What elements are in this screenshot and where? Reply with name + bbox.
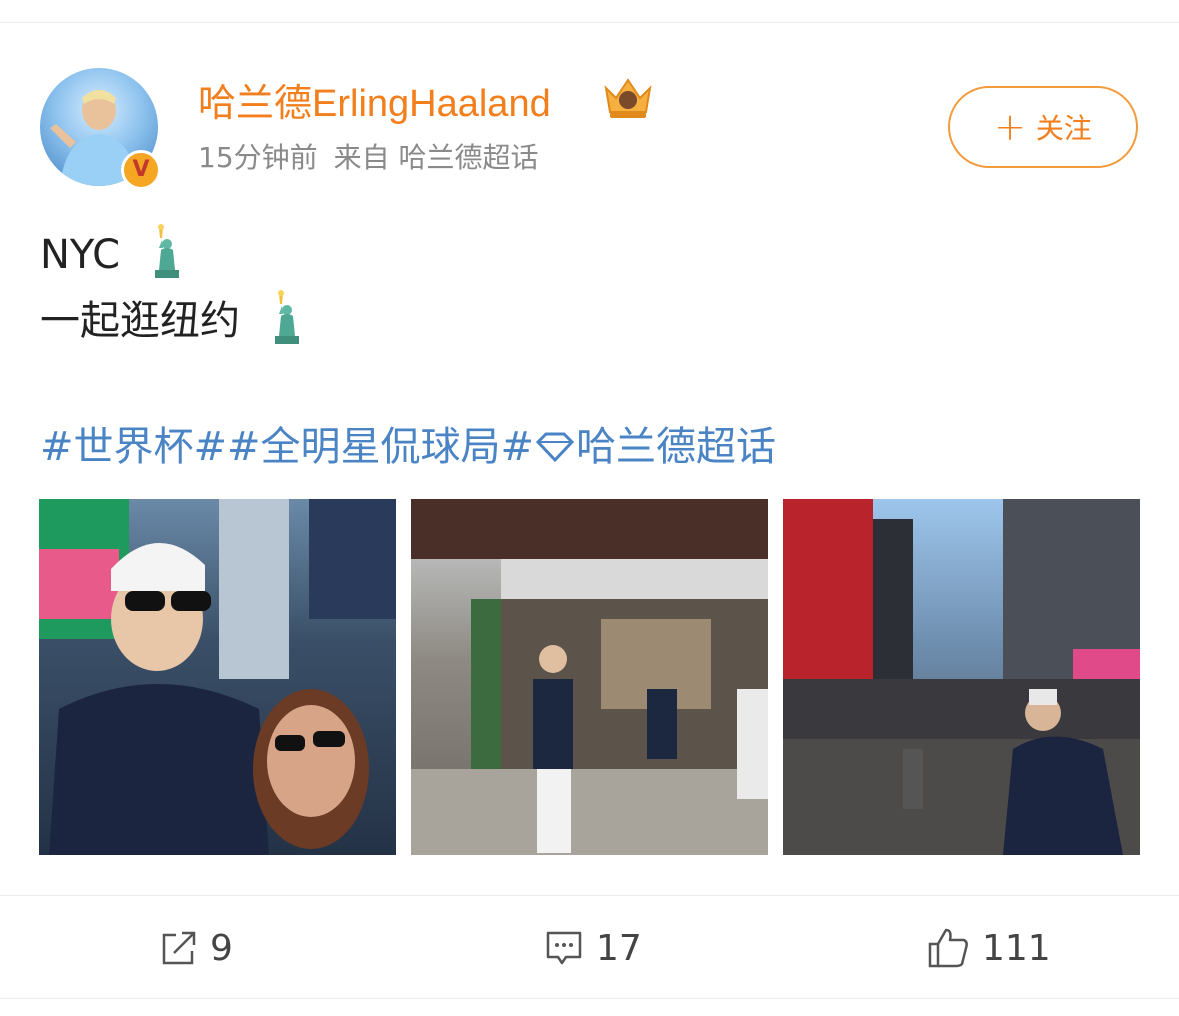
share-icon [162,931,196,965]
photo-times-square-street[interactable] [783,499,1140,855]
repost-count: 9 [210,927,233,969]
hashtag-world-cup[interactable]: #世界杯# [40,424,227,470]
comment-button[interactable]: 17 [544,920,642,976]
photo-katz-deli[interactable] [411,499,768,855]
diamond-icon [535,432,575,462]
repost-button[interactable]: 9 [160,920,233,976]
post-time: 15分钟前 [198,141,318,174]
post-text-line-1: NYC [40,224,185,280]
verified-badge-icon: V [121,150,161,190]
actions-divider [0,895,1179,896]
bottom-divider [0,998,1179,999]
statue-of-liberty-icon [154,224,179,278]
crown-badge-icon[interactable] [600,72,656,122]
photo-selfie-times-square[interactable] [39,499,396,855]
post-text-cn: 一起逛纽约 [40,298,240,344]
like-button[interactable]: 111 [926,920,1051,976]
like-count: 111 [982,927,1051,969]
post-text-nyc: NYC [40,232,121,278]
comment-count: 17 [596,927,642,969]
plus-icon: + [994,105,1026,149]
follow-label: 关注 [1035,112,1092,145]
follow-button[interactable]: + 关注 [948,86,1138,168]
username[interactable]: 哈兰德ErlingHaaland [198,72,551,125]
comment-icon [546,931,582,965]
top-divider [0,22,1179,23]
post-meta: 15分钟前 来自 哈兰德超话 [198,136,539,176]
supertopic-label: 哈兰德超话 [576,424,777,470]
thumbs-up-icon [928,928,968,968]
statue-of-liberty-icon [274,290,299,344]
post-source[interactable]: 来自 哈兰德超话 [334,141,539,174]
hashtag-allstar[interactable]: #全明星侃球局# [227,424,534,470]
post-text-line-2: 一起逛纽约 [40,288,305,346]
supertopic-link[interactable]: 哈兰德超话 [534,424,776,470]
hashtags: #世界杯##全明星侃球局# 哈兰德超话 [40,414,776,472]
